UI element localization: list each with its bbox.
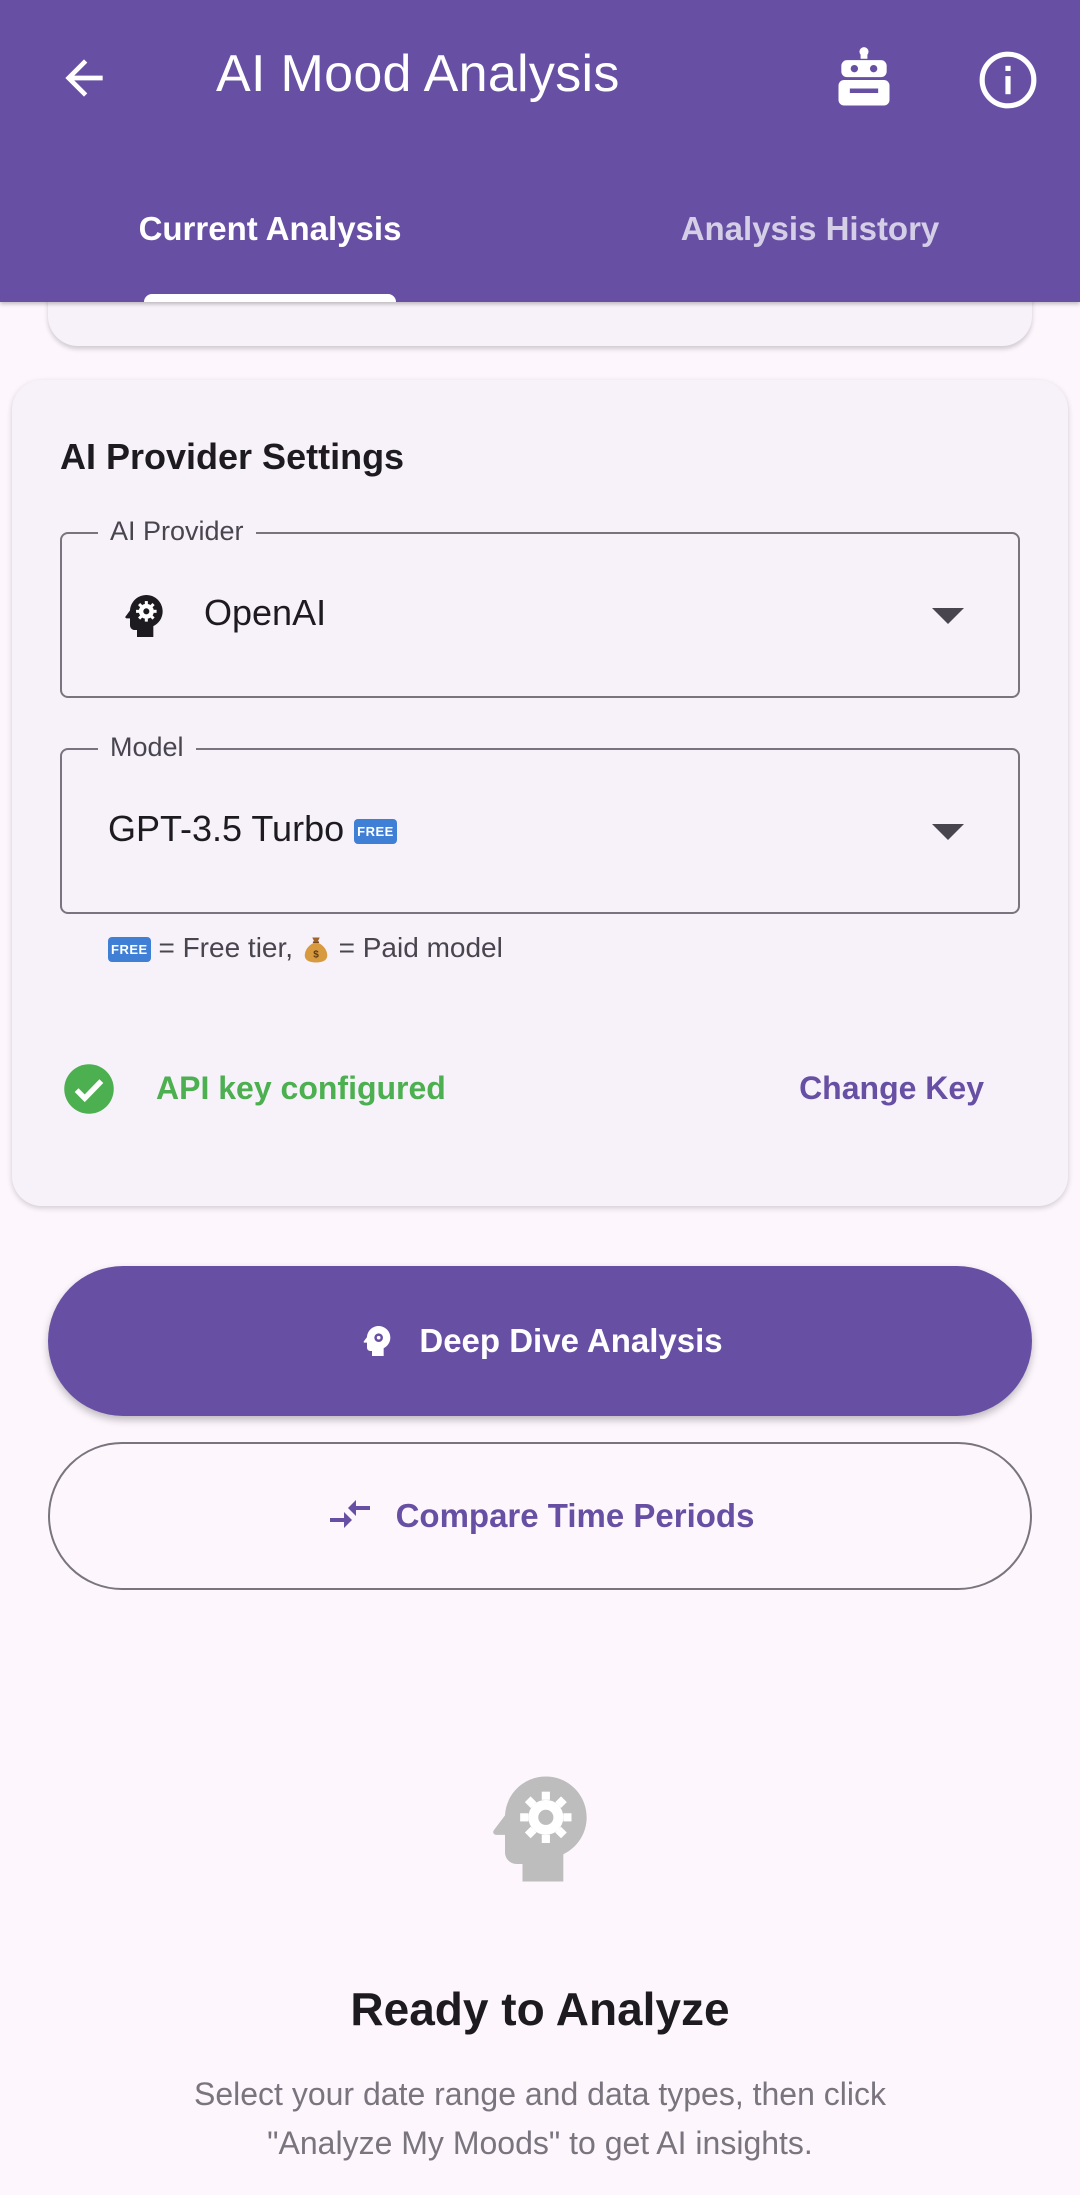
money-bag-icon: $ [304, 937, 328, 963]
svg-text:$: $ [313, 949, 319, 960]
empty-state-description: Select your date range and data types, t… [194, 2076, 886, 2161]
provider-settings-card: AI Provider Settings AI Provider OpenAI … [12, 380, 1068, 1206]
info-icon[interactable] [970, 42, 1046, 118]
card-title: AI Provider Settings [60, 436, 405, 477]
helper-free-text: = Free tier, [150, 932, 301, 963]
provider-field-label: AI Provider [98, 516, 256, 547]
dropdown-arrow-icon [932, 824, 964, 840]
model-value: GPT-3.5 Turbo FREE [108, 808, 397, 850]
psychology-icon [125, 595, 163, 637]
model-dropdown[interactable]: Model GPT-3.5 Turbo FREE [60, 732, 1020, 914]
api-status-text: API key configured [156, 1070, 446, 1106]
deep-dive-analysis-button[interactable]: Deep Dive Analysis [48, 1266, 1032, 1416]
tab-current-analysis[interactable]: Current Analysis [0, 168, 540, 302]
free-badge-icon: FREE [354, 818, 397, 844]
deep-dive-label: Deep Dive Analysis [419, 1322, 723, 1359]
compare-arrows-icon [329, 1500, 370, 1528]
helper-paid-text: = Paid model [330, 932, 503, 963]
psychology-icon [493, 1776, 587, 1882]
app-bar: AI Mood Analysis Current Analysis Analys… [0, 0, 1080, 302]
compare-label: Compare Time Periods [395, 1497, 755, 1534]
provider-value: OpenAI [204, 592, 327, 633]
page-title: AI Mood Analysis [216, 45, 620, 103]
tab-analysis-history[interactable]: Analysis History [540, 168, 1080, 302]
model-name: GPT-3.5 Turbo [108, 808, 345, 849]
change-key-button[interactable]: Change Key [799, 1070, 984, 1107]
model-field-label: Model [98, 732, 196, 763]
empty-state-title: Ready to Analyze [350, 1983, 730, 2035]
free-badge-icon: FREE [108, 937, 151, 963]
check-circle-icon [64, 1064, 114, 1114]
arrow-back-icon[interactable] [46, 40, 122, 116]
api-key-row: API key configured Change Key [62, 1062, 1022, 1116]
psychology-icon [363, 1326, 391, 1356]
compare-time-periods-button[interactable]: Compare Time Periods [48, 1442, 1032, 1590]
robot-icon[interactable] [826, 42, 902, 118]
dropdown-arrow-icon [932, 608, 964, 624]
tab-indicator [144, 294, 396, 302]
provider-dropdown[interactable]: AI Provider OpenAI [60, 516, 1020, 698]
model-helper-text: FREE = Free tier, $ = Paid model [108, 932, 503, 965]
